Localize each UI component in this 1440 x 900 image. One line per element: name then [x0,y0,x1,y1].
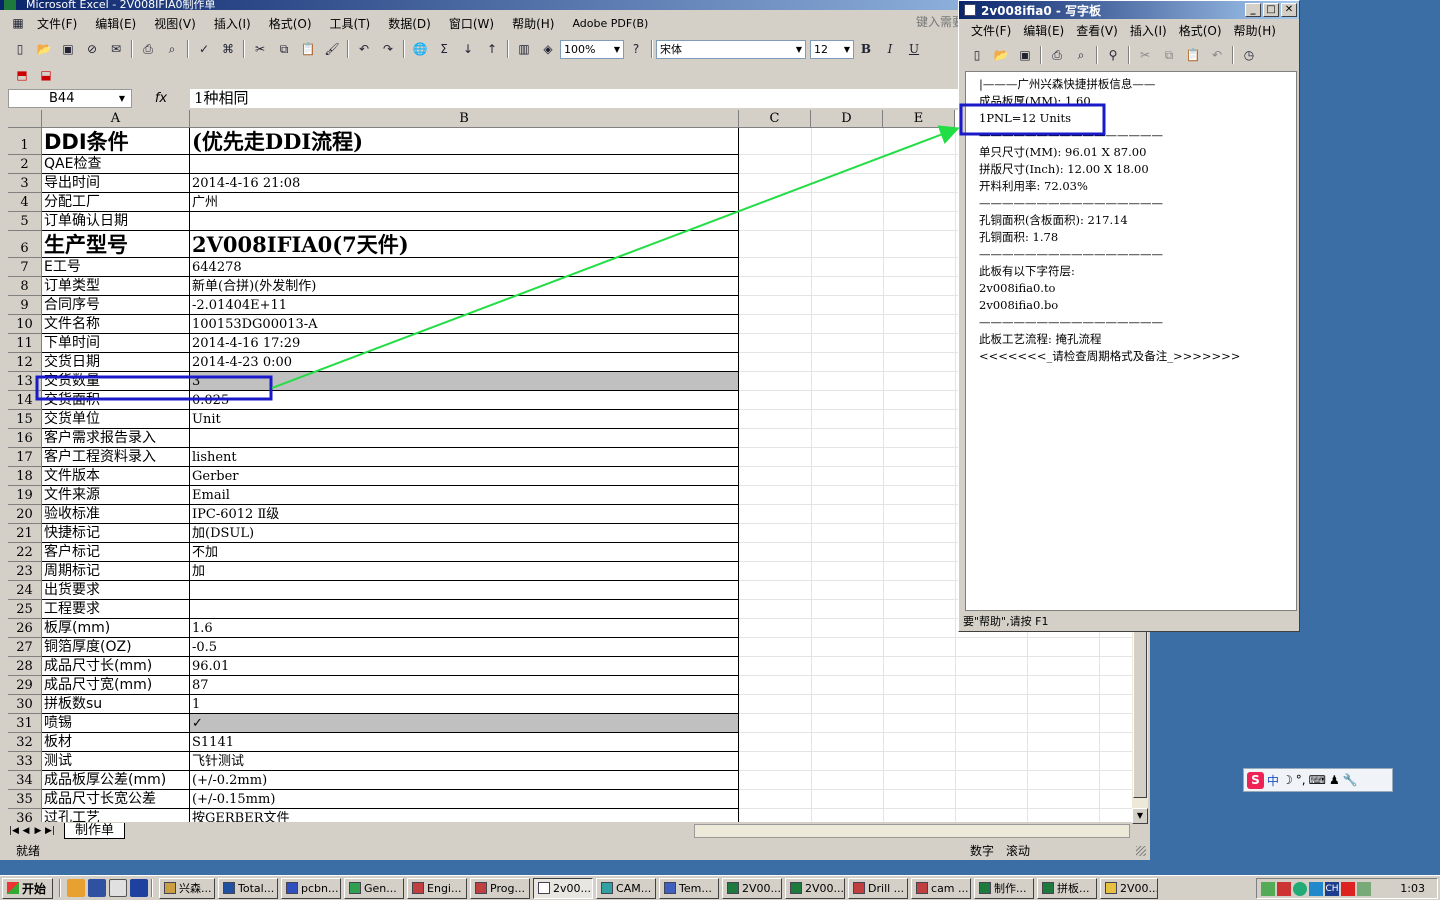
tray-icon[interactable] [1293,881,1307,896]
app-icon [1105,882,1118,894]
taskbar-task[interactable]: 制作... [974,877,1035,899]
app-icon [164,882,177,894]
taskbar-task[interactable]: pcbn... [281,877,342,899]
taskbar-task-label: 拼板... [1057,882,1090,895]
highlight-box-qty [35,375,273,401]
taskbar-task[interactable]: 2V00... [722,877,783,899]
taskbar-task-label: Tem... [679,881,712,895]
taskbar-task[interactable]: 兴森... [159,877,216,899]
quicklaunch-icon[interactable] [88,879,107,897]
app-icon [979,882,992,894]
taskbar-task-label: 2V00... [805,881,845,895]
tray-icon[interactable] [1309,881,1323,896]
start-button[interactable]: 开始 [2,877,54,899]
taskbar-task-label: 2v00... [553,881,592,895]
tray-icon[interactable] [1357,881,1371,896]
quicklaunch-icon[interactable] [130,879,149,897]
app-icon [790,882,803,894]
app-icon [286,882,299,894]
taskbar-task-label: 兴森... [179,882,212,895]
quicklaunch-icon[interactable] [67,879,86,897]
taskbar-task-label: pcbn... [301,881,339,895]
taskbar-task[interactable]: Drill ... [848,877,909,899]
clock: 1:03 [1400,882,1425,895]
app-icon [349,882,362,894]
taskbar-task[interactable]: Gen... [344,877,405,899]
taskbar-task[interactable]: CAM... [596,877,657,899]
annotation-overlay [35,103,1106,401]
app-icon [1042,882,1055,894]
taskbar-task[interactable]: 2V00... [1100,877,1159,899]
tray-icon[interactable] [1261,881,1275,896]
taskbar-task-label: 制作... [994,882,1027,895]
app-icon [538,882,551,894]
highlight-box-pnl [959,103,1106,136]
annotation-arrow [271,125,960,389]
taskbar: 开始 兴森... Total... pcbn... Gen... Engi... Prog… [0,875,1440,900]
app-icon [475,882,488,894]
taskbar-task-label: Drill ... [868,881,905,895]
taskbar-task[interactable]: Total... [218,877,279,899]
taskbar-task-label: Gen... [364,881,397,895]
taskbar-task-label: Total... [238,881,275,895]
tray-icon[interactable] [1341,881,1355,896]
taskbar-task[interactable]: 2v00... [533,877,594,899]
app-icon [601,882,614,894]
taskbar-task[interactable]: 2V00... [785,877,846,899]
start-label: 开始 [22,881,47,896]
app-icon [664,882,677,894]
taskbar-task-label: 2V00... [1120,881,1159,895]
taskbar-task[interactable]: 拼板... [1037,877,1098,899]
taskbar-task-label: Prog... [490,881,525,895]
taskbar-task-label: CAM... [616,881,652,895]
app-icon [916,882,929,894]
app-icon [727,882,740,894]
app-icon [412,882,425,894]
language-indicator[interactable]: CH [1325,881,1339,896]
taskbar-task[interactable]: Engi... [407,877,468,899]
task-list: 兴森... Total... pcbn... Gen... Engi... Prog...… [156,877,1159,899]
taskbar-task[interactable]: Tem... [659,877,720,899]
taskbar-task[interactable]: cam ... [911,877,972,899]
windows-logo-icon [7,882,19,894]
app-icon [853,882,866,894]
system-tray: CH 1:03 [1256,878,1438,899]
tray-icon[interactable] [1277,881,1291,896]
taskbar-task-label: 2V00... [742,881,782,895]
app-icon [223,882,236,894]
taskbar-task-label: Engi... [427,881,462,895]
quicklaunch-icon[interactable] [109,879,128,897]
taskbar-task-label: cam ... [931,881,969,895]
taskbar-task[interactable]: Prog... [470,877,531,899]
